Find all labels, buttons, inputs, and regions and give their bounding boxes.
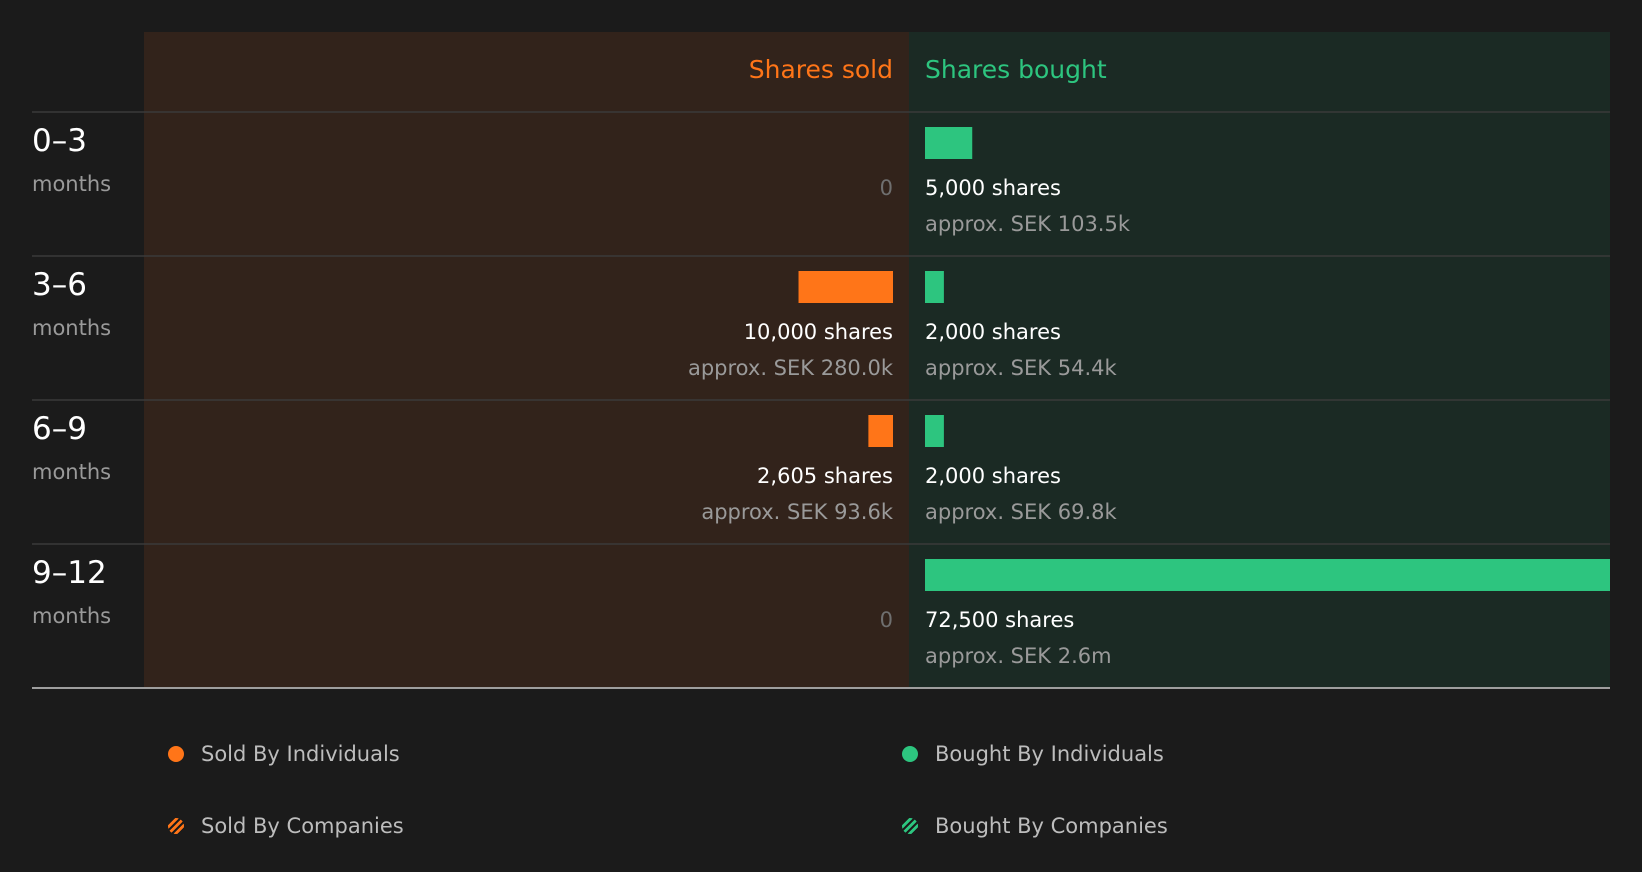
sold-zero-label: 0 [880,608,893,632]
bought-individuals-dot-icon [902,746,918,762]
insider-trading-chart: Shares sold Shares bought 0–3 months 0 5,000 … [32,32,1610,689]
legend-label: Sold By Individuals [201,742,400,766]
category-label: 3–6 [32,267,87,303]
sold-value-label: 10,000 shares [744,320,893,344]
bought-value-label: 2,000 shares [925,320,1061,344]
legend-item-sold-companies: Sold By Companies [168,814,404,838]
sold-individuals-dot-icon [168,746,184,762]
header-shares-sold: Shares sold [749,55,893,84]
category-label: 0–3 [32,123,87,159]
category-label: 6–9 [32,411,87,447]
legend-label: Sold By Companies [201,814,404,838]
sold-value-label: 2,605 shares [757,464,893,488]
bought-bar [925,559,1610,591]
legend-item-sold-individuals: Sold By Individuals [168,742,400,766]
category-unit: months [32,172,111,196]
category-unit: months [32,316,111,340]
bought-bar [925,415,944,447]
sold-companies-hatch-icon [168,818,184,834]
bought-approx-label: approx. SEK 2.6m [925,644,1112,668]
sold-approx-label: approx. SEK 280.0k [688,356,894,380]
bought-companies-hatch-icon [902,818,918,834]
category-label: 9–12 [32,555,107,591]
bought-approx-label: approx. SEK 69.8k [925,500,1117,524]
bought-approx-label: approx. SEK 103.5k [925,212,1131,236]
bought-value-label: 72,500 shares [925,608,1074,632]
header-shares-bought: Shares bought [925,55,1107,84]
sold-approx-label: approx. SEK 93.6k [701,500,893,524]
sold-bar [798,271,893,303]
category-unit: months [32,460,111,484]
bought-bar [925,127,973,159]
bought-value-label: 5,000 shares [925,176,1061,200]
sold-zero-label: 0 [880,176,893,200]
legend-item-bought-individuals: Bought By Individuals [902,742,1164,766]
sold-bar [868,415,893,447]
legend-label: Bought By Individuals [935,742,1164,766]
bought-bar [925,271,944,303]
bought-approx-label: approx. SEK 54.4k [925,356,1117,380]
bought-value-label: 2,000 shares [925,464,1061,488]
category-unit: months [32,604,111,628]
legend-label: Bought By Companies [935,814,1168,838]
legend-item-bought-companies: Bought By Companies [902,814,1168,838]
